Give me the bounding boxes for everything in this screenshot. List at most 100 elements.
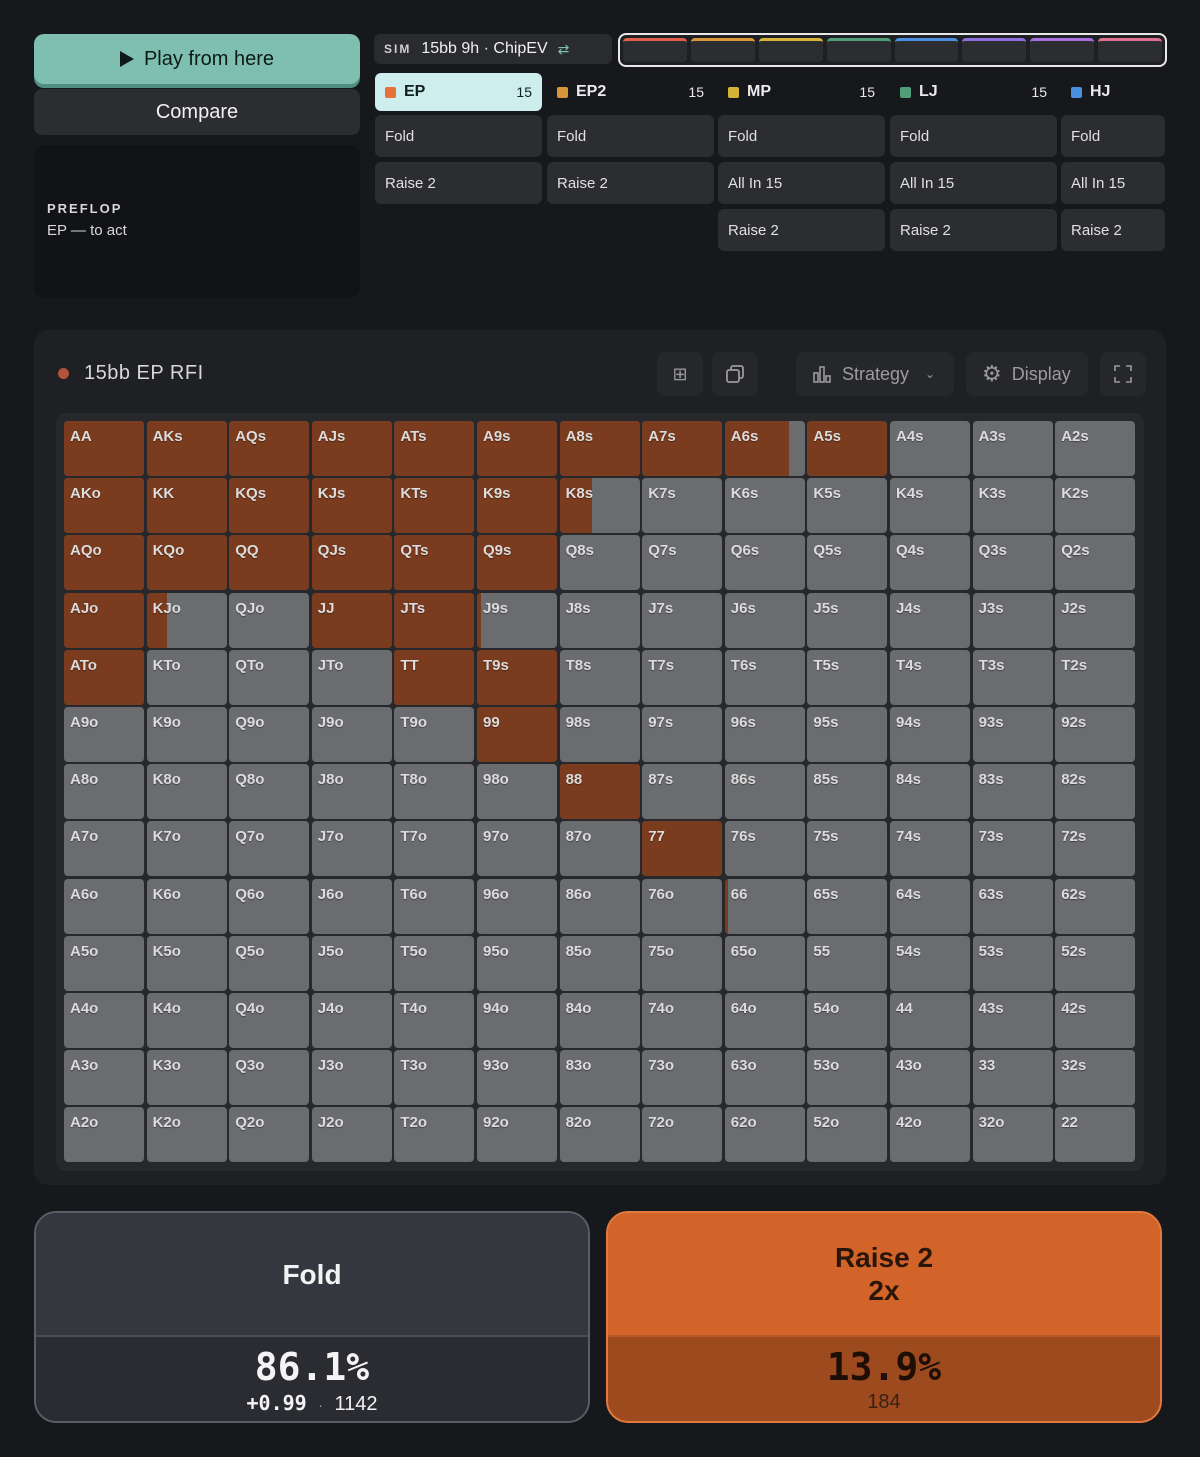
hand-cell[interactable]: A8s — [559, 421, 640, 476]
hand-cell[interactable]: T8o — [394, 764, 475, 820]
seat-segment[interactable] — [758, 38, 823, 62]
hand-cell[interactable]: Q4s — [890, 535, 970, 591]
action-button[interactable]: Fold — [718, 115, 885, 157]
hand-cell[interactable]: 52o — [807, 1107, 888, 1163]
hand-cell[interactable]: J4s — [890, 592, 970, 648]
hand-cell[interactable]: 96s — [724, 707, 805, 762]
hand-cell[interactable]: 72o — [642, 1107, 723, 1163]
hand-cell[interactable]: K7s — [642, 478, 723, 534]
hand-cell[interactable]: 55 — [807, 935, 888, 991]
hand-cell[interactable]: Q5o — [229, 935, 310, 991]
hand-cell[interactable]: T9s — [477, 649, 557, 705]
action-button[interactable]: Fold — [1061, 115, 1165, 157]
hand-cell[interactable]: 98o — [477, 764, 557, 820]
hand-cell[interactable]: 83s — [972, 764, 1053, 820]
hand-cell[interactable]: 99 — [477, 707, 557, 762]
action-button[interactable]: Raise 2 — [718, 209, 885, 251]
hand-cell[interactable]: 73o — [642, 1050, 723, 1106]
position-tab-ep2[interactable]: EP2 15 — [547, 73, 714, 111]
hand-cell[interactable]: 64o — [724, 993, 805, 1048]
play-from-here-button[interactable]: Play from here — [34, 34, 360, 84]
hand-cell[interactable]: 32s — [1055, 1050, 1136, 1106]
hand-cell[interactable]: 53s — [972, 935, 1053, 991]
hand-cell[interactable]: K4s — [890, 478, 970, 534]
hand-cell[interactable]: T2s — [1055, 649, 1136, 705]
hand-cell[interactable]: J8o — [311, 764, 392, 820]
action-button[interactable]: All In 15 — [718, 162, 885, 204]
hand-cell[interactable]: 42o — [890, 1107, 970, 1163]
seat-segment[interactable] — [1098, 38, 1162, 62]
hand-cell[interactable]: 64s — [890, 878, 970, 934]
hand-cell[interactable]: J2o — [311, 1107, 392, 1163]
hand-cell[interactable]: TT — [394, 649, 475, 705]
hand-cell[interactable]: K9s — [477, 478, 557, 534]
hand-cell[interactable]: 93s — [972, 707, 1053, 762]
hand-cell[interactable]: A4s — [890, 421, 970, 476]
hand-cell[interactable]: A3o — [64, 1050, 144, 1106]
seat-segment[interactable] — [894, 38, 959, 62]
hand-cell[interactable]: A3s — [972, 421, 1053, 476]
hand-cell[interactable]: KQo — [146, 535, 227, 591]
hand-cell[interactable]: 65o — [724, 935, 805, 991]
hand-cell[interactable]: 95s — [807, 707, 888, 762]
position-tab-ep[interactable]: EP 15 — [375, 73, 542, 111]
hand-cell[interactable]: 63o — [724, 1050, 805, 1106]
seat-segment[interactable] — [962, 38, 1027, 62]
hand-cell[interactable]: 75o — [642, 935, 723, 991]
hand-cell[interactable]: KJs — [311, 478, 392, 534]
action-button[interactable]: Raise 2 — [1061, 209, 1165, 251]
hand-cell[interactable]: 84o — [559, 993, 640, 1048]
hand-cell[interactable]: K4o — [146, 993, 227, 1048]
hand-cell[interactable]: A9o — [64, 707, 144, 762]
hand-cell[interactable]: T7s — [642, 649, 723, 705]
hand-cell[interactable]: 82o — [559, 1107, 640, 1163]
hand-cell[interactable]: J6o — [311, 878, 392, 934]
hand-cell[interactable]: 22 — [1055, 1107, 1136, 1163]
hand-cell[interactable]: Q3o — [229, 1050, 310, 1106]
hand-cell[interactable]: 65s — [807, 878, 888, 934]
hand-cell[interactable]: 96o — [477, 878, 557, 934]
hand-cell[interactable]: 54s — [890, 935, 970, 991]
strategy-dropdown[interactable]: Strategy ⌄ — [796, 352, 954, 396]
fullscreen-button[interactable] — [1100, 352, 1146, 396]
hand-cell[interactable]: QTs — [394, 535, 475, 591]
hand-cell[interactable]: T6s — [724, 649, 805, 705]
hand-cell[interactable]: 53o — [807, 1050, 888, 1106]
hand-cell[interactable]: QTo — [229, 649, 310, 705]
hand-cell[interactable]: 74o — [642, 993, 723, 1048]
hand-cell[interactable]: 62s — [1055, 878, 1136, 934]
hand-cell[interactable]: 95o — [477, 935, 557, 991]
hand-cell[interactable]: 88 — [559, 764, 640, 820]
hand-cell[interactable]: K3o — [146, 1050, 227, 1106]
hand-cell[interactable]: QJo — [229, 592, 310, 648]
hand-cell[interactable]: QJs — [311, 535, 392, 591]
hand-cell[interactable]: 85s — [807, 764, 888, 820]
hand-cell[interactable]: 32o — [972, 1107, 1053, 1163]
hand-cell[interactable]: 92o — [477, 1107, 557, 1163]
hand-cell[interactable]: KTs — [394, 478, 475, 534]
hand-cell[interactable]: T3o — [394, 1050, 475, 1106]
hand-cell[interactable]: T3s — [972, 649, 1053, 705]
hand-cell[interactable]: K6o — [146, 878, 227, 934]
hand-cell[interactable]: A5s — [807, 421, 888, 476]
hand-cell[interactable]: T4s — [890, 649, 970, 705]
hand-cell[interactable]: 43o — [890, 1050, 970, 1106]
hand-cell[interactable]: Q4o — [229, 993, 310, 1048]
seat-segment[interactable] — [1030, 38, 1095, 62]
hand-cell[interactable]: 97o — [477, 821, 557, 877]
hand-cell[interactable]: 73s — [972, 821, 1053, 877]
hand-cell[interactable]: Q7o — [229, 821, 310, 877]
hand-cell[interactable]: AKs — [146, 421, 227, 476]
hand-cell[interactable]: 42s — [1055, 993, 1136, 1048]
seat-segment[interactable] — [690, 38, 755, 62]
action-button[interactable]: Fold — [375, 115, 542, 157]
action-button[interactable]: All In 15 — [1061, 162, 1165, 204]
seat-segment[interactable] — [826, 38, 891, 62]
hand-cell[interactable]: J6s — [724, 592, 805, 648]
hand-cell[interactable]: KQs — [229, 478, 310, 534]
hand-cell[interactable]: K8s — [559, 478, 640, 534]
hand-cell[interactable]: A2s — [1055, 421, 1136, 476]
hand-cell[interactable]: K2o — [146, 1107, 227, 1163]
hand-cell[interactable]: ATs — [394, 421, 475, 476]
seat-strip[interactable] — [618, 33, 1167, 67]
